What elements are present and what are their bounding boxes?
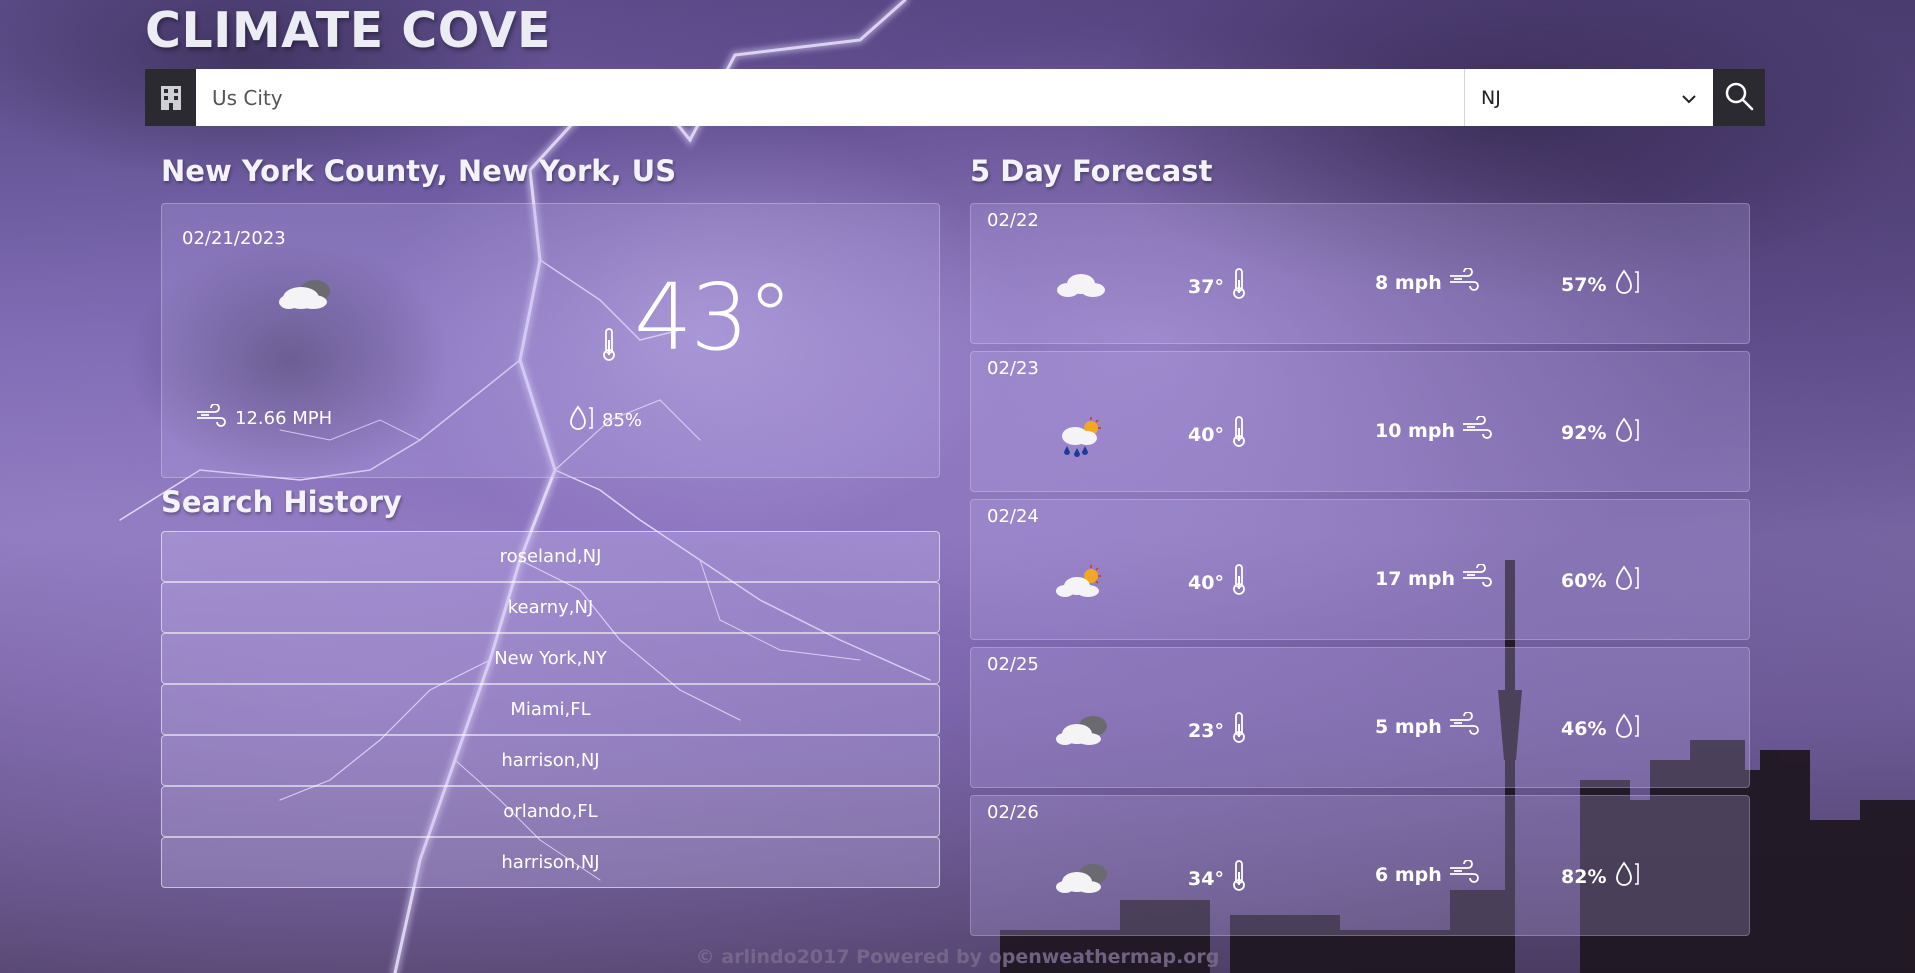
app-logo: CLIMATE COVE [145, 2, 551, 59]
broken-clouds-icon [1055, 860, 1111, 900]
forecast-temp-value: 40° [1188, 571, 1224, 594]
search-bar: NJ [145, 69, 1765, 126]
forecast-card: 02/24 40° 17 mph 60% [970, 499, 1750, 640]
forecast-humidity-value: 82% [1561, 865, 1607, 888]
forecast-temp: 40° [1188, 564, 1246, 601]
history-item[interactable]: roseland,NJ [161, 531, 940, 582]
forecast-wind-value: 5 mph [1375, 715, 1442, 738]
humidity-icon [568, 404, 594, 437]
forecast-card: 02/22 37° 8 mph 57% [970, 203, 1750, 344]
current-temperature: 43° [634, 264, 793, 371]
current-wind-value: 12.66 MPH [235, 408, 333, 429]
forecast-card: 02/23 40° 10 mph 92% [970, 351, 1750, 492]
forecast-wind: 17 mph [1375, 563, 1493, 593]
rain-sun-icon [1055, 416, 1107, 462]
forecast-date: 02/23 [987, 358, 1039, 379]
forecast-date: 02/26 [987, 802, 1039, 823]
humidity-icon [1614, 564, 1640, 597]
forecast-date: 02/24 [987, 506, 1039, 527]
cloud-icon [1055, 268, 1107, 304]
state-select[interactable]: NJ [1464, 69, 1713, 126]
forecast-humidity: 57% [1561, 268, 1640, 301]
humidity-icon [1614, 416, 1640, 449]
forecast-temp-value: 37° [1188, 275, 1224, 298]
thermometer-icon [1232, 860, 1246, 897]
forecast-humidity-value: 60% [1561, 569, 1607, 592]
forecast-temp: 34° [1188, 860, 1246, 897]
forecast-card: 02/26 34° 6 mph 82% [970, 795, 1750, 936]
city-search-input[interactable] [196, 69, 1464, 126]
forecast-wind: 10 mph [1375, 415, 1493, 445]
humidity-icon [1614, 712, 1640, 745]
history-item[interactable]: harrison,NJ [161, 735, 940, 786]
current-date: 02/21/2023 [182, 228, 286, 249]
search-history-list: roseland,NJ kearny,NJ New York,NY Miami,… [161, 531, 940, 888]
history-item[interactable]: Miami,FL [161, 684, 940, 735]
wind-icon [1448, 859, 1480, 889]
cloudy-icon [277, 274, 337, 318]
humidity-icon [1614, 268, 1640, 301]
thermometer-icon [1232, 564, 1246, 601]
thermometer-icon [1232, 268, 1246, 305]
chevron-down-icon [1681, 87, 1697, 109]
forecast-wind: 5 mph [1375, 711, 1480, 741]
forecast-humidity-value: 46% [1561, 717, 1607, 740]
wind-icon [1461, 415, 1493, 445]
forecast-temp: 23° [1188, 712, 1246, 749]
forecast-wind-value: 10 mph [1375, 419, 1455, 442]
partly-sunny-icon [1055, 564, 1107, 604]
forecast-date: 02/25 [987, 654, 1039, 675]
forecast-temp: 37° [1188, 268, 1246, 305]
forecast-temp-value: 23° [1188, 719, 1224, 742]
current-location-title: New York County, New York, US [161, 154, 677, 188]
forecast-humidity-value: 57% [1561, 273, 1607, 296]
forecast-date: 02/22 [987, 210, 1039, 231]
forecast-temp-value: 34° [1188, 867, 1224, 890]
forecast-temp-value: 40° [1188, 423, 1224, 446]
current-weather-card: 02/21/2023 43° 12.66 MPH 85% [161, 203, 940, 478]
forecast-wind: 6 mph [1375, 859, 1480, 889]
forecast-humidity: 46% [1561, 712, 1640, 745]
search-button[interactable] [1713, 69, 1765, 126]
search-history-title: Search History [161, 485, 402, 519]
search-icon [1724, 81, 1754, 115]
history-item[interactable]: kearny,NJ [161, 582, 940, 633]
wind-icon [1448, 711, 1480, 741]
history-item[interactable]: New York,NY [161, 633, 940, 684]
forecast-title: 5 Day Forecast [970, 154, 1213, 188]
thermometer-icon [602, 328, 616, 366]
current-wind: 12.66 MPH [195, 403, 333, 433]
thermometer-icon [1232, 712, 1246, 749]
current-humidity-value: 85% [602, 410, 643, 431]
forecast-wind-value: 8 mph [1375, 271, 1442, 294]
forecast-humidity: 92% [1561, 416, 1640, 449]
thermometer-icon [1232, 416, 1246, 453]
history-item[interactable]: orlando,FL [161, 786, 940, 837]
wind-icon [1448, 267, 1480, 297]
current-humidity: 85% [568, 404, 642, 437]
humidity-icon [1614, 860, 1640, 893]
wind-icon [195, 403, 227, 433]
forecast-humidity: 60% [1561, 564, 1640, 597]
forecast-temp: 40° [1188, 416, 1246, 453]
forecast-wind-value: 17 mph [1375, 567, 1455, 590]
forecast-wind: 8 mph [1375, 267, 1480, 297]
footer-credit: © arlindo2017 Powered by openweathermap.… [695, 946, 1220, 968]
wind-icon [1461, 563, 1493, 593]
forecast-humidity-value: 92% [1561, 421, 1607, 444]
broken-clouds-icon [1055, 712, 1111, 752]
forecast-list: 02/22 37° 8 mph 57% 02/23 40° 10 mph 92%… [970, 203, 1750, 943]
city-building-icon [145, 69, 196, 126]
state-select-value: NJ [1481, 86, 1501, 109]
forecast-wind-value: 6 mph [1375, 863, 1442, 886]
forecast-humidity: 82% [1561, 860, 1640, 893]
history-item[interactable]: harrison,NJ [161, 837, 940, 888]
forecast-card: 02/25 23° 5 mph 46% [970, 647, 1750, 788]
